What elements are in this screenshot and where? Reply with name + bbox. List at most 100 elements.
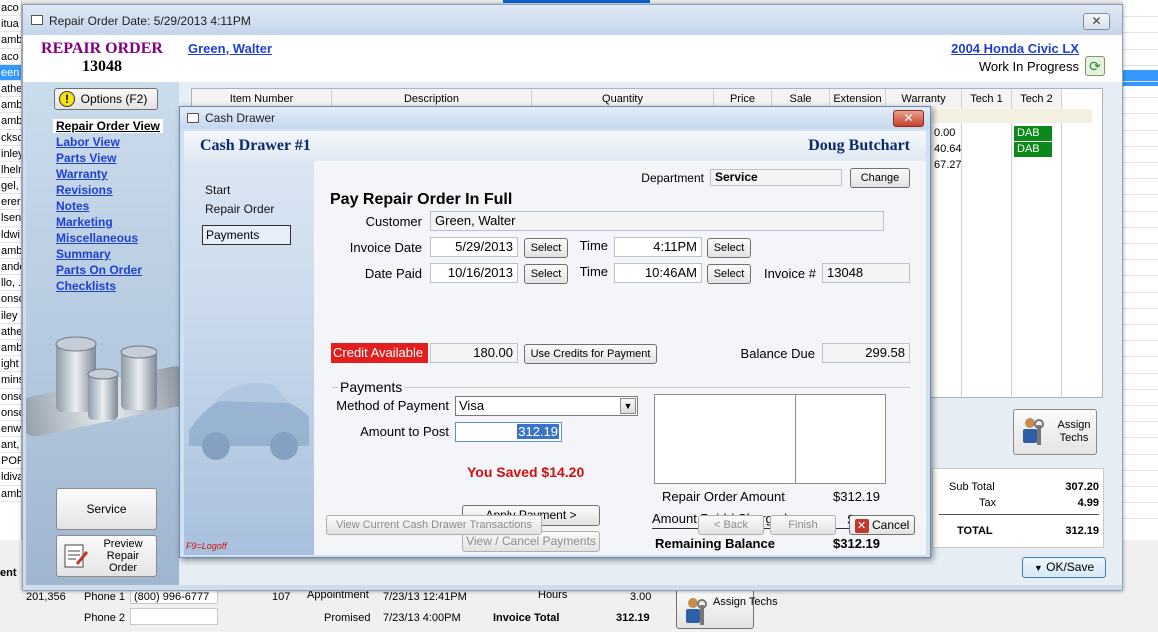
background-list-row[interactable]: enw (0, 421, 21, 438)
ro-nav-repair-order-view[interactable]: Repair Order View (53, 119, 163, 133)
background-list-row[interactable]: athe (0, 81, 21, 98)
invoice-date-field[interactable]: 5/29/2013 (430, 237, 518, 257)
background-list-row[interactable]: onso (0, 405, 21, 421)
grid-header-tech-1[interactable]: Tech 1 (962, 89, 1012, 109)
background-list-row[interactable]: ande (0, 259, 21, 276)
ro-nav-summary[interactable]: Summary (56, 247, 111, 261)
ro-titlebar[interactable]: Repair Order Date: 5/29/2013 4:11PM ✕ (23, 5, 1122, 35)
background-list-row[interactable]: inley (0, 146, 21, 162)
invoice-time-field[interactable]: 4:11PM (614, 237, 702, 257)
ro-nav-miscellaneous[interactable]: Miscellaneous (56, 231, 138, 245)
ro-nav-parts-on-order[interactable]: Parts On Order (56, 263, 142, 277)
background-list-row[interactable]: gel, (0, 178, 21, 195)
payment-split-box (654, 394, 886, 484)
grid-extension-cell[interactable]: 40.64 (934, 143, 962, 155)
ro-nav-revisions[interactable]: Revisions (56, 183, 113, 197)
bottom-assign-techs-button[interactable]: Assign Techs (676, 589, 778, 629)
phone2-field[interactable] (130, 608, 218, 625)
invoice-date-label: Invoice Date (349, 240, 422, 255)
background-list-right (1123, 0, 1158, 540)
finish-button[interactable]: Finish (770, 515, 836, 535)
ro-nav-marketing[interactable]: Marketing (56, 215, 113, 229)
hours-value: 3.00 (630, 591, 652, 603)
background-list-row[interactable]: ldiva (0, 469, 21, 486)
assign-techs-button[interactable]: Assign Techs (1013, 409, 1097, 455)
cancel-button[interactable]: ✕ Cancel (849, 515, 915, 535)
paid-time-field[interactable]: 10:46AM (614, 263, 702, 283)
ro-amount-label: Repair Order Amount (662, 489, 785, 504)
ok-save-label: OK/Save (1046, 560, 1095, 574)
amount-to-post-input[interactable]: 312.19 (455, 422, 562, 442)
background-list-row[interactable]: erer (0, 194, 21, 211)
background-list-row[interactable]: iley (0, 308, 21, 324)
background-list-row[interactable]: itua (0, 16, 21, 33)
window-icon (31, 15, 43, 25)
background-list-row[interactable]: mins (0, 372, 21, 389)
date-paid-field[interactable]: 10/16/2013 (430, 263, 518, 283)
background-list-row[interactable]: athe (0, 324, 21, 340)
ro-vehicle-link[interactable]: 2004 Honda Civic LX (923, 41, 1079, 56)
background-list-row[interactable]: aco (0, 49, 21, 65)
grid-extension-cell[interactable]: 67.27 (934, 159, 962, 171)
background-list-row[interactable]: amb (0, 97, 21, 114)
method-of-payment-select[interactable]: Visa ▼ (455, 396, 638, 416)
background-list-row[interactable]: llo, . (0, 275, 21, 292)
background-list-row[interactable]: lsen (0, 210, 21, 227)
ro-nav-labor-view[interactable]: Labor View (56, 135, 120, 149)
balance-due-field: 299.58 (822, 343, 910, 363)
ro-close-button[interactable]: ✕ (1083, 13, 1110, 30)
ro-customer-link[interactable]: Green, Walter (188, 41, 272, 56)
background-row-line (1123, 469, 1158, 471)
background-list-row[interactable]: ldwi (0, 227, 21, 243)
cash-drawer-titlebar[interactable]: Cash Drawer ✕ (180, 107, 930, 129)
view-transactions-button[interactable]: View Current Cash Drawer Transactions (326, 515, 542, 535)
grid-extension-cell[interactable]: 0.00 (934, 127, 955, 139)
chevron-down-icon[interactable]: ▼ (620, 398, 636, 414)
ro-nav-notes[interactable]: Notes (56, 199, 89, 213)
background-list-row[interactable]: amb (0, 243, 21, 259)
ro-nav-checklists[interactable]: Checklists (56, 279, 116, 293)
background-list-row[interactable]: aco (0, 0, 21, 17)
nav-start[interactable]: Start (205, 183, 230, 197)
cash-drawer-title: Cash Drawer (205, 111, 276, 125)
invoice-time-select-button[interactable]: Select (707, 238, 751, 258)
background-list-row[interactable]: lhelm (0, 162, 21, 179)
background-list-row[interactable]: onso (0, 291, 21, 308)
background-list-row[interactable]: ant, (0, 437, 21, 454)
background-list-row[interactable]: ight (0, 356, 21, 373)
background-list-row[interactable]: een (0, 64, 21, 81)
service-intelligence-button[interactable]: Service Intelligence (56, 488, 157, 556)
nav-repair-order[interactable]: Repair Order (205, 202, 274, 216)
background-list-row[interactable]: POR (0, 453, 21, 470)
background-list-row[interactable]: amb (0, 486, 21, 502)
background-list-row[interactable]: onso (0, 389, 21, 405)
use-credits-button[interactable]: Use Credits for Payment (524, 344, 657, 364)
cash-drawer-close-button[interactable]: ✕ (893, 110, 924, 127)
preview-repair-order-button[interactable]: Preview Repair Order (56, 535, 157, 577)
background-row-line (1123, 502, 1158, 504)
amount-label: Amount to Post (360, 424, 449, 439)
background-list-row[interactable]: amb (0, 113, 21, 130)
background-list-row[interactable]: amb (0, 32, 21, 49)
ok-save-button[interactable]: ▼ OK/Save (1022, 557, 1106, 578)
paid-time-select-button[interactable]: Select (707, 264, 751, 284)
invoice-date-select-button[interactable]: Select (524, 238, 568, 258)
assign-techs-label: Assign Techs (1057, 419, 1091, 444)
background-customer-list[interactable]: acoituaambacoeenatheambambckscinleylhelm… (0, 0, 22, 540)
ro-nav-parts-view[interactable]: Parts View (56, 151, 116, 165)
date-paid-select-button[interactable]: Select (524, 264, 568, 284)
total-value: 312.19 (1065, 525, 1099, 537)
grid-highlight-row (932, 109, 1092, 123)
background-list-row[interactable]: cksc (0, 130, 21, 146)
grid-header-tech-2[interactable]: Tech 2 (1012, 89, 1062, 109)
nav-payments[interactable]: Payments (202, 225, 291, 245)
phone1-ext: 107 (272, 591, 291, 603)
back-button[interactable]: < Back (698, 515, 764, 535)
refresh-status-button[interactable]: ⟳ (1085, 56, 1105, 76)
change-department-button[interactable]: Change (850, 168, 910, 188)
grid-tech1-cell[interactable]: DAB (1014, 126, 1052, 141)
grid-tech1-cell[interactable]: DAB (1014, 142, 1052, 157)
background-list-row[interactable]: amb (0, 340, 21, 357)
options-button[interactable]: ! Options (F2) (54, 88, 158, 110)
ro-nav-warranty[interactable]: Warranty (56, 167, 108, 181)
